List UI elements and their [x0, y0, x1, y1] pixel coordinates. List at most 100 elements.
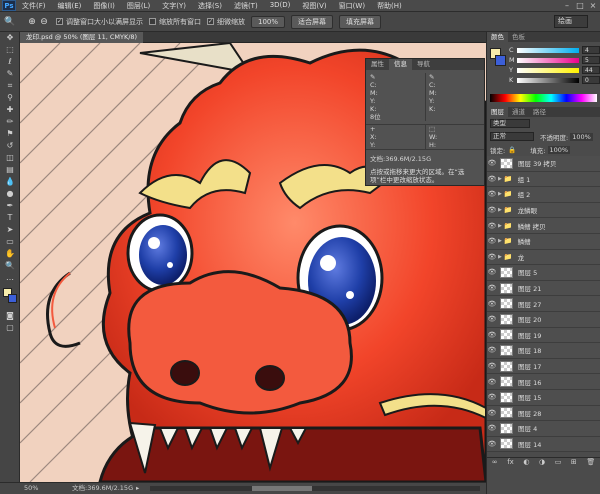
visibility-eye-icon[interactable]: 👁 [487, 315, 497, 323]
tab-navigator[interactable]: 导航 [412, 59, 435, 70]
opacity-value[interactable]: 100% [570, 132, 593, 141]
maximize-button[interactable]: □ [575, 1, 585, 10]
tab-swatches[interactable]: 色板 [508, 32, 529, 42]
cmyk-slider[interactable] [517, 57, 579, 63]
menu-item-0[interactable]: 文件(F) [16, 1, 52, 11]
layer-row[interactable]: 👁 ▶ 📁 鳞鳍 拷贝 [487, 218, 600, 234]
visibility-eye-icon[interactable]: 👁 [487, 190, 497, 198]
visibility-eye-icon[interactable]: 👁 [487, 378, 497, 386]
close-button[interactable]: × [588, 1, 598, 10]
visibility-eye-icon[interactable]: 👁 [487, 268, 497, 276]
layer-row[interactable]: 👁 图层 28 [487, 405, 600, 422]
mask-icon[interactable]: ◐ [523, 458, 529, 467]
visibility-eye-icon[interactable]: 👁 [487, 300, 497, 308]
new-group-icon[interactable]: ▭ [555, 458, 562, 467]
layer-row[interactable]: 👁 图层 16 [487, 374, 600, 390]
tab-properties[interactable]: 属性 [366, 59, 389, 70]
menu-item-8[interactable]: 视图(V) [296, 1, 332, 11]
cmyk-slider[interactable] [517, 77, 579, 83]
expand-arrow-icon[interactable]: ▶ [498, 223, 502, 229]
screen-mode-icon[interactable]: ▢ [0, 322, 20, 334]
color-spectrum-bar[interactable] [490, 94, 597, 102]
zoom-all-windows-checkbox[interactable] [149, 18, 156, 25]
layer-row[interactable]: 👁 ▶ 📁 组 2 [487, 187, 600, 203]
zoom-tool-icon[interactable]: 🔍 [4, 16, 16, 28]
menu-item-4[interactable]: 文字(Y) [156, 1, 192, 11]
expand-arrow-icon[interactable]: ▶ [498, 254, 502, 260]
menu-item-5[interactable]: 选择(S) [192, 1, 228, 11]
layer-row[interactable]: 👁 图层 15 [487, 389, 600, 406]
minimize-button[interactable]: – [562, 1, 572, 10]
actual-pixels-button[interactable]: 100% [251, 15, 286, 28]
layer-row[interactable]: 👁 图层 39 拷贝 [487, 156, 600, 172]
horizontal-scrollbar[interactable] [150, 486, 480, 491]
fit-screen-button[interactable]: 适合屏幕 [291, 14, 334, 29]
visibility-eye-icon[interactable]: 👁 [487, 237, 497, 245]
lock-icon[interactable]: 🔒 [508, 146, 516, 154]
layer-row[interactable]: 👁 图层 5 [487, 265, 600, 281]
pen-tool-icon[interactable]: ✒ [0, 200, 20, 212]
blur-tool-icon[interactable]: 💧 [0, 176, 20, 188]
cmyk-value[interactable]: 0 [582, 76, 600, 84]
quick-select-tool-icon[interactable]: ✎ [0, 68, 20, 80]
visibility-eye-icon[interactable]: 👁 [487, 409, 497, 417]
adjustment-icon[interactable]: ◑ [539, 458, 545, 467]
cmyk-value[interactable]: 4 [582, 46, 600, 54]
fx-icon[interactable]: fx [507, 458, 514, 467]
visibility-eye-icon[interactable]: 👁 [487, 206, 497, 214]
visibility-eye-icon[interactable]: 👁 [487, 331, 497, 339]
path-select-tool-icon[interactable]: ➤ [0, 224, 20, 236]
layer-row[interactable]: 👁 ▶ 📁 龙鳞眼 [487, 202, 600, 219]
tab-info[interactable]: 信息 [389, 59, 412, 70]
visibility-eye-icon[interactable]: 👁 [487, 393, 497, 401]
more-tools-icon[interactable]: … [0, 272, 20, 284]
move-tool-icon[interactable]: ✥ [0, 32, 20, 44]
scrollbar-thumb[interactable] [252, 486, 312, 491]
lasso-tool-icon[interactable]: ℓ [0, 56, 20, 68]
clone-stamp-tool-icon[interactable]: ⚑ [0, 128, 20, 140]
fill-screen-button[interactable]: 填充屏幕 [339, 14, 382, 29]
visibility-eye-icon[interactable]: 👁 [487, 362, 497, 370]
visibility-eye-icon[interactable]: 👁 [487, 175, 497, 183]
background-color-swatch[interactable] [8, 294, 17, 303]
tab-color[interactable]: 颜色 [487, 32, 508, 42]
layer-row[interactable]: 👁 图层 14 [487, 436, 600, 453]
menu-item-3[interactable]: 图层(L) [121, 1, 156, 11]
visibility-eye-icon[interactable]: 👁 [487, 253, 497, 261]
layer-row[interactable]: 👁 图层 20 [487, 311, 600, 328]
visibility-eye-icon[interactable]: 👁 [487, 440, 497, 448]
link-layers-icon[interactable]: ∞ [492, 458, 498, 467]
tab-layers[interactable]: 图层 [487, 107, 508, 117]
blend-mode-select[interactable]: 正常 [490, 132, 534, 141]
hand-tool-icon[interactable]: ✋ [0, 248, 20, 260]
expand-arrow-icon[interactable]: ▶ [498, 207, 502, 213]
workspace-select[interactable]: 绘画 [554, 15, 588, 28]
layer-row[interactable]: 👁 图层 18 [487, 343, 600, 359]
brush-tool-icon[interactable]: ✏ [0, 116, 20, 128]
zoom-out-icon[interactable]: ⊖ [38, 16, 50, 28]
tab-channels[interactable]: 通道 [508, 107, 529, 117]
cmyk-slider[interactable] [517, 47, 579, 53]
layer-filter-select[interactable]: 类型 [490, 119, 530, 128]
dodge-tool-icon[interactable]: ● [0, 188, 20, 200]
menu-item-1[interactable]: 编辑(E) [52, 1, 88, 11]
menu-item-9[interactable]: 窗口(W) [333, 1, 371, 11]
visibility-eye-icon[interactable]: 👁 [487, 284, 497, 292]
layer-row[interactable]: 👁 ▶ 📁 龙 [487, 249, 600, 266]
eyedropper-tool-icon[interactable]: ⚲ [0, 92, 20, 104]
layer-row[interactable]: 👁 ▶ 📁 鳞鳍 [487, 233, 600, 250]
layer-row[interactable]: 👁 图层 27 [487, 296, 600, 312]
layer-row[interactable]: 👁 图层 21 [487, 280, 600, 297]
new-layer-icon[interactable]: ⊞ [571, 458, 577, 467]
zoom-level[interactable]: 50% [24, 483, 38, 494]
shape-tool-icon[interactable]: ▭ [0, 236, 20, 248]
marquee-tool-icon[interactable]: ⬚ [0, 44, 20, 56]
crop-tool-icon[interactable]: ⌗ [0, 80, 20, 92]
cmyk-value[interactable]: 5 [582, 56, 600, 64]
type-tool-icon[interactable]: T [0, 212, 20, 224]
document-tab[interactable]: 龙印.psd @ 50% (图层 11, CMYK/8) [20, 32, 144, 43]
expand-arrow-icon[interactable]: ▶ [498, 176, 502, 182]
fill-value[interactable]: 100% [547, 145, 571, 154]
healing-brush-tool-icon[interactable]: ✚ [0, 104, 20, 116]
scrubby-zoom-checkbox[interactable] [207, 18, 214, 25]
